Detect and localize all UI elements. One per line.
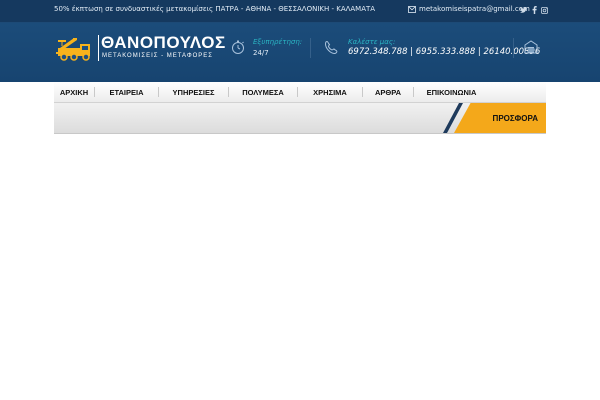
envelope-icon <box>408 5 416 13</box>
logo-divider <box>98 35 99 61</box>
offer-button[interactable]: ΠΡΟΣΦΟΡΑ <box>454 103 546 133</box>
nav-item-home[interactable]: ΑΡΧΙΚΗ <box>54 82 94 102</box>
email-text: metakomiseispatra@gmail.com <box>419 5 530 13</box>
offer-label: ΠΡΟΣΦΟΡΑ <box>492 113 538 123</box>
nav-item-contact[interactable]: ΕΠΙΚΟΙΝΩΝΙΑ <box>414 82 489 102</box>
nav-item-useful[interactable]: ΧΡΗΣΙΜΑ <box>298 82 362 102</box>
info-divider <box>310 38 311 58</box>
site-header: 50% έκπτωση σε συνδυαστικές μετακομίσεις… <box>0 0 600 82</box>
nav-item-media[interactable]: ΠΟΛΥΜΕΣΑ <box>229 82 297 102</box>
instagram-icon[interactable] <box>540 5 548 15</box>
phone-numbers[interactable]: 6972.348.788 | 6955.333.888 | 26140.0089… <box>348 47 540 57</box>
sub-navigation-bar: ΠΡΟΣΦΟΡΑ <box>54 103 546 134</box>
garage-icon[interactable] <box>524 40 538 54</box>
stopwatch-icon <box>232 40 244 54</box>
nav-item-services[interactable]: ΥΠΗΡΕΣΙΕΣ <box>159 82 228 102</box>
logo-subtitle: ΜΕΤΑΚΟΜΙΣΕΙΣ - ΜΕΤΑΦΟΡΕΣ <box>102 53 214 59</box>
info-divider-2 <box>513 38 514 58</box>
twitter-icon[interactable] <box>519 5 527 15</box>
service-label: Εξυπηρέτηση: <box>253 38 303 46</box>
nav-item-company[interactable]: ΕΤΑΙΡΕΙΑ <box>95 82 158 102</box>
top-bar: 50% έκπτωση σε συνδυαστικές μετακομίσεις… <box>0 0 600 23</box>
main-navigation: ΑΡΧΙΚΗ ΕΤΑΙΡΕΙΑ ΥΠΗΡΕΣΙΕΣ ΠΟΛΥΜΕΣΑ ΧΡΗΣΙ… <box>54 82 546 103</box>
phone-icon <box>324 40 338 55</box>
call-label: Καλέστε μας: <box>348 38 396 46</box>
nav-item-articles[interactable]: ΑΡΘΡΑ <box>363 82 413 102</box>
site-logo[interactable]: ΘΑΝΟΠΟΥΛΟΣ ΜΕΤΑΚΟΜΙΣΕΙΣ - ΜΕΤΑΦΟΡΕΣ <box>56 33 225 65</box>
promo-text: 50% έκπτωση σε συνδυαστικές μετακομίσεις… <box>54 5 376 13</box>
facebook-icon[interactable] <box>530 5 538 15</box>
service-value: 24/7 <box>253 49 269 57</box>
email-link[interactable]: metakomiseispatra@gmail.com <box>408 5 530 13</box>
logo-title: ΘΑΝΟΠΟΥΛΟΣ <box>101 33 226 52</box>
crane-truck-icon <box>56 38 90 61</box>
